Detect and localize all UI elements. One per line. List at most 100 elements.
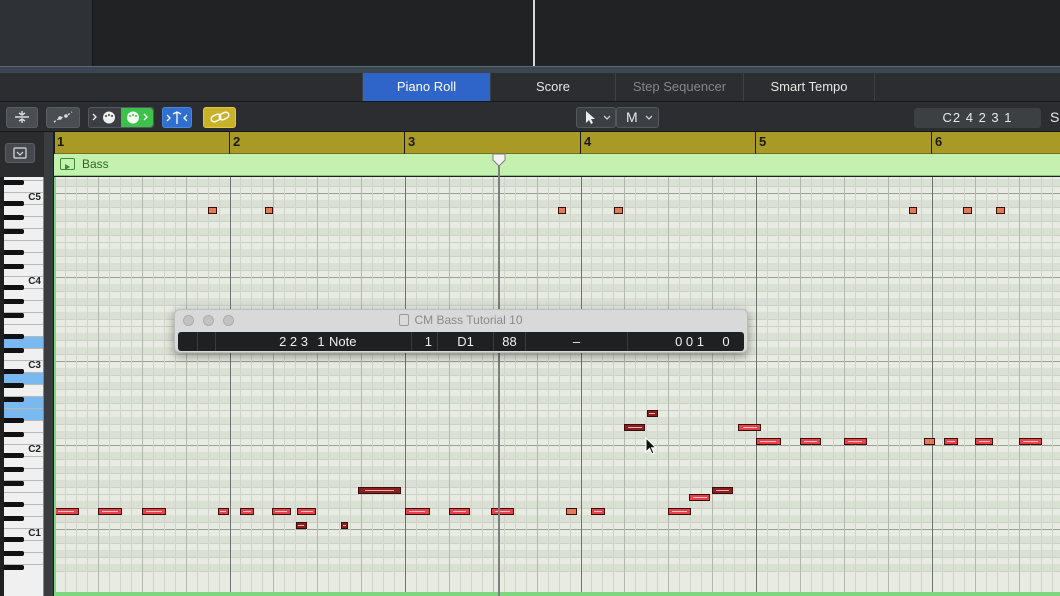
black-key[interactable]: [4, 418, 24, 423]
midi-note[interactable]: [54, 508, 79, 515]
black-key[interactable]: [4, 551, 24, 556]
black-key[interactable]: [4, 285, 24, 290]
link-button[interactable]: [203, 107, 236, 128]
midi-note[interactable]: [756, 438, 781, 445]
midi-note[interactable]: [975, 438, 993, 445]
midi-note[interactable]: [297, 508, 317, 515]
black-key[interactable]: [4, 313, 24, 318]
midi-note[interactable]: [405, 508, 430, 515]
event-row[interactable]: 2 2 3 1 Note 1 D1 88 – 0 0 1 0: [178, 332, 744, 351]
black-key[interactable]: [4, 215, 24, 220]
midi-note[interactable]: [963, 207, 972, 214]
event-position-sub[interactable]: 1: [316, 332, 326, 351]
tab-step-sequencer[interactable]: Step Sequencer: [615, 73, 743, 101]
midi-note[interactable]: [557, 207, 567, 214]
time-line: [832, 177, 834, 596]
black-key[interactable]: [4, 334, 24, 339]
midi-note[interactable]: [943, 438, 958, 445]
tab-piano-roll[interactable]: Piano Roll: [362, 73, 490, 101]
midi-note[interactable]: [264, 207, 274, 214]
event-float-window[interactable]: CM Bass Tutorial 10 2 2 3 1 Note 1 D1 88…: [174, 309, 748, 353]
bar-ruler[interactable]: 1 2 3 4 5 6: [54, 132, 1060, 154]
local-menu-button[interactable]: [5, 143, 35, 163]
black-key[interactable]: [4, 383, 24, 388]
bar-tick: [229, 132, 230, 154]
chevron-down-icon: [645, 115, 653, 120]
event-status[interactable]: Note: [326, 332, 412, 351]
event-position[interactable]: 2 2 3: [216, 332, 316, 351]
time-line: [437, 177, 439, 596]
tab-score[interactable]: Score: [490, 73, 615, 101]
event-channel[interactable]: 1: [412, 332, 438, 351]
playhead[interactable]: [498, 154, 500, 596]
black-key[interactable]: [4, 397, 24, 402]
playhead-handle-icon[interactable]: [492, 153, 506, 167]
event-length-ticks[interactable]: 0: [708, 332, 744, 351]
tab-smart-tempo[interactable]: Smart Tempo: [743, 73, 875, 101]
black-key[interactable]: [4, 201, 24, 206]
midi-note[interactable]: [647, 410, 658, 417]
midi-note[interactable]: [624, 424, 646, 431]
note-velocity-bar: [452, 511, 467, 512]
midi-note[interactable]: [271, 508, 291, 515]
piano-keyboard[interactable]: C5 C4 C3 C2 C1: [4, 177, 44, 596]
note-grid[interactable]: [54, 177, 1060, 596]
midi-note[interactable]: [613, 207, 623, 214]
catch-button[interactable]: [162, 107, 192, 128]
black-key[interactable]: [4, 565, 24, 570]
event-length[interactable]: –: [526, 332, 628, 351]
black-key[interactable]: [4, 264, 24, 269]
pane-divider[interactable]: [0, 66, 1060, 73]
midi-note[interactable]: [141, 508, 167, 515]
left-click-tool-select[interactable]: [576, 107, 616, 128]
black-key[interactable]: [4, 516, 24, 521]
black-key[interactable]: [4, 180, 24, 185]
midi-in-button[interactable]: [89, 108, 121, 127]
midi-note[interactable]: [357, 487, 402, 494]
midi-note[interactable]: [668, 508, 692, 515]
black-key[interactable]: [4, 467, 24, 472]
midi-note[interactable]: [240, 508, 255, 515]
event-val[interactable]: 88: [494, 332, 526, 351]
event-num[interactable]: D1: [438, 332, 494, 351]
black-key[interactable]: [4, 229, 24, 234]
midi-note[interactable]: [689, 494, 711, 501]
black-key[interactable]: [4, 453, 24, 458]
event-length-value[interactable]: 0 0 1: [628, 332, 708, 351]
midi-note[interactable]: [799, 438, 821, 445]
midi-note[interactable]: [924, 438, 935, 445]
black-key[interactable]: [4, 432, 24, 437]
midi-note[interactable]: [296, 522, 307, 529]
black-key[interactable]: [4, 348, 24, 353]
time-line: [218, 177, 220, 596]
midi-note[interactable]: [208, 207, 218, 214]
midi-note[interactable]: [591, 508, 606, 515]
automation-button[interactable]: [46, 107, 80, 128]
midi-out-button[interactable]: [121, 108, 153, 127]
midi-note[interactable]: [218, 508, 229, 515]
midi-note[interactable]: [97, 508, 123, 515]
track-header-area: [0, 0, 93, 66]
black-key[interactable]: [4, 502, 24, 507]
time-line: [1052, 177, 1054, 596]
midi-note[interactable]: [908, 207, 918, 214]
time-line: [459, 177, 461, 596]
midi-note[interactable]: [448, 508, 470, 515]
midi-note[interactable]: [490, 508, 514, 515]
region-header[interactable]: Bass: [54, 154, 1060, 176]
midi-note[interactable]: [712, 487, 734, 494]
black-key[interactable]: [4, 299, 24, 304]
black-key[interactable]: [4, 537, 24, 542]
command-click-tool-select[interactable]: M: [616, 107, 659, 128]
black-key[interactable]: [4, 481, 24, 486]
midi-note[interactable]: [566, 508, 577, 515]
collapse-button[interactable]: [6, 107, 38, 128]
snap-label[interactable]: S: [1050, 109, 1059, 125]
midi-note[interactable]: [1019, 438, 1043, 445]
black-key[interactable]: [4, 369, 24, 374]
midi-note[interactable]: [843, 438, 867, 445]
midi-note[interactable]: [340, 522, 348, 529]
midi-note[interactable]: [738, 424, 762, 431]
black-key[interactable]: [4, 250, 24, 255]
midi-note[interactable]: [996, 207, 1006, 214]
